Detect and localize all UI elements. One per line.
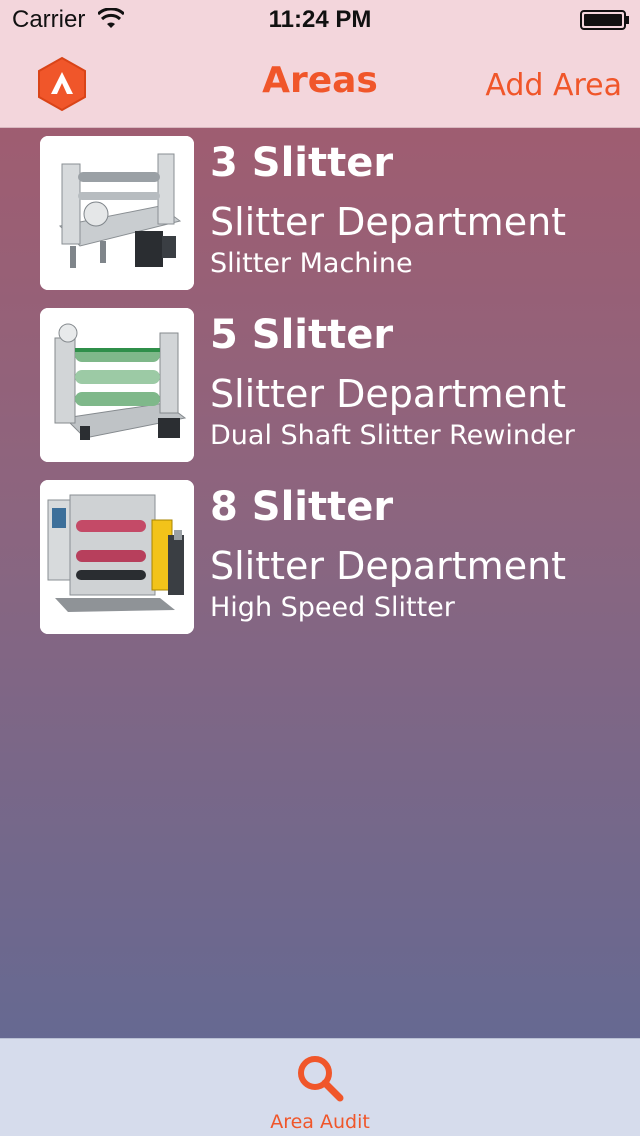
list-item[interactable]: 5 Slitter Slitter Department Dual Shaft … [0, 300, 640, 472]
slitter-rewinder-image [40, 308, 194, 462]
navigation-bar: Areas Add Area [0, 40, 640, 128]
area-title: 8 Slitter [210, 484, 394, 530]
machine-thumbnail [40, 480, 194, 634]
area-department: Slitter Department [210, 372, 567, 416]
list-item[interactable]: 3 Slitter Slitter Department Slitter Mac… [0, 128, 640, 300]
area-title: 5 Slitter [210, 312, 394, 358]
top-bar: Carrier 11:24 PM Areas Add Area [0, 0, 640, 128]
area-description: Slitter Machine [210, 248, 413, 279]
area-description: Dual Shaft Slitter Rewinder [210, 420, 575, 451]
battery-icon [580, 10, 629, 30]
area-title: 3 Slitter [210, 140, 394, 186]
list-item[interactable]: 8 Slitter Slitter Department High Speed … [0, 472, 640, 644]
clock-label: 11:24 PM [268, 6, 372, 33]
tab-bar: Area Audit [0, 1038, 640, 1136]
area-department: Slitter Department [210, 544, 567, 588]
add-area-button[interactable]: Add Area [485, 68, 622, 103]
machine-thumbnail [40, 136, 194, 290]
slitter-machine-image [40, 136, 194, 290]
high-speed-slitter-image [40, 480, 194, 634]
area-department: Slitter Department [210, 200, 567, 244]
machine-thumbnail [40, 308, 194, 462]
area-description: High Speed Slitter [210, 592, 455, 623]
tab-label: Area Audit [270, 1111, 370, 1133]
status-bar: Carrier 11:24 PM [0, 0, 640, 40]
search-icon [298, 1056, 344, 1102]
tab-area-audit[interactable]: Area Audit [240, 1039, 400, 1136]
